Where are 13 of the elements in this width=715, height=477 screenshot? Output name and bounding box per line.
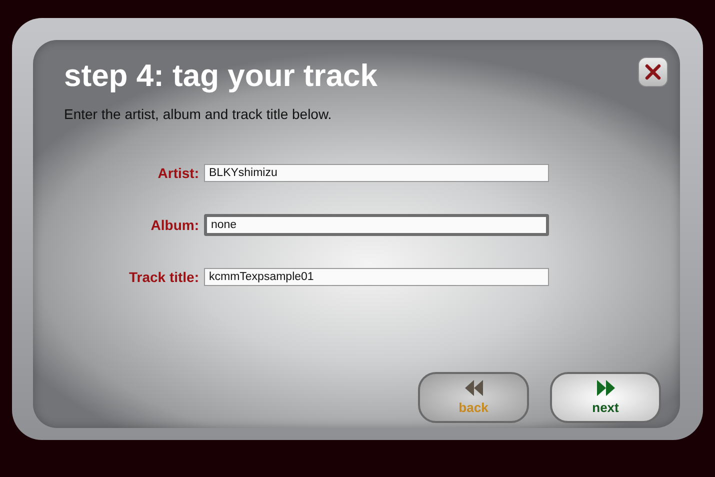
- field-label: Track title:: [128, 268, 200, 284]
- close-button[interactable]: [638, 57, 668, 87]
- field-label: Album:: [150, 216, 200, 232]
- next-button[interactable]: next: [550, 372, 661, 423]
- instructions-text: Enter the artist, album and track title below.: [64, 106, 333, 122]
- text-field[interactable]: kcmmTexpsample01: [204, 268, 549, 286]
- text-field[interactable]: BLKYshimizu: [204, 164, 549, 182]
- dialog-title: step 4: tag your track: [64, 57, 378, 95]
- text-field[interactable]: none: [204, 214, 549, 236]
- close-icon: [644, 63, 662, 81]
- field-label: Artist:: [156, 164, 200, 180]
- fast-forward-icon: [596, 380, 616, 396]
- rewind-icon: [464, 380, 484, 396]
